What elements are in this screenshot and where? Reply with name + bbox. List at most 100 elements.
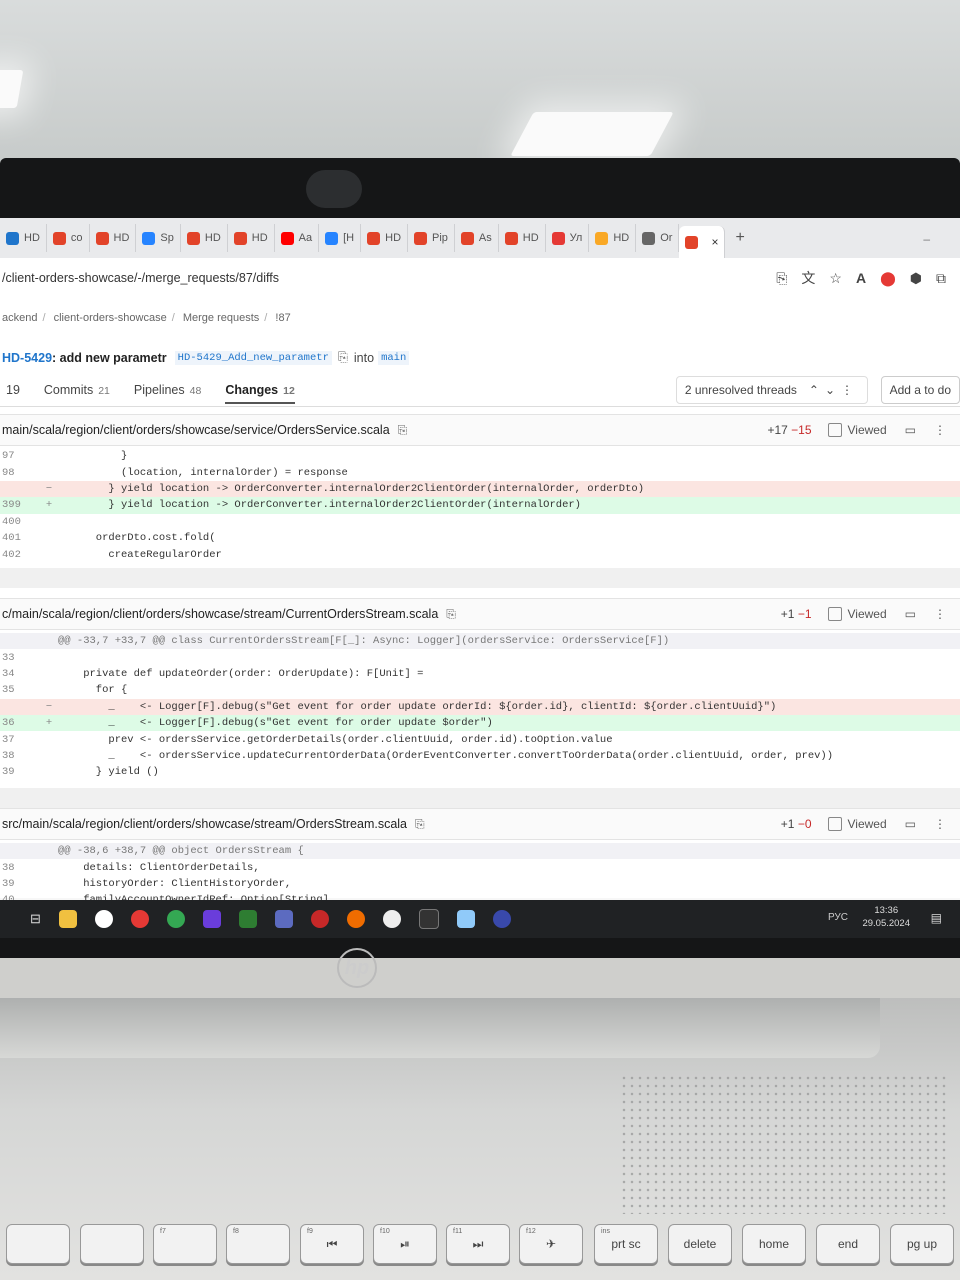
extension-shield-icon[interactable]: ⬤ (880, 270, 896, 287)
diff-line[interactable]: 37 prev <- ordersService.getOrderDetails… (0, 731, 960, 747)
browser-tab[interactable]: HD (361, 224, 409, 252)
tab-commits[interactable]: Commits 21 (44, 383, 110, 397)
keyboard-key[interactable]: f8 (226, 1224, 290, 1264)
browser-tab[interactable]: HD (228, 224, 275, 252)
breadcrumb-item[interactable]: !87 (275, 312, 290, 324)
expand-lines-bar[interactable] (0, 568, 960, 588)
more-options-icon[interactable]: ⋮ (934, 817, 946, 831)
diff-line[interactable]: 98 (location, internalOrder) = response (0, 464, 960, 480)
diff-line[interactable]: 97 } (0, 448, 960, 464)
line-number[interactable]: 37 (0, 734, 40, 746)
keyboard-key[interactable]: f11 ⏭ (446, 1224, 510, 1264)
comment-icon[interactable]: ▭ (905, 607, 916, 621)
copy-icon[interactable]: ⎘ (338, 350, 348, 365)
line-number[interactable]: 39 (0, 766, 40, 778)
diff-line[interactable]: − } yield location -> OrderConverter.int… (0, 480, 960, 498)
tab-overview-count[interactable]: 19 (6, 383, 20, 397)
more-options-icon[interactable]: ⋮ (934, 423, 946, 437)
line-number[interactable]: 34 (0, 668, 40, 680)
keyboard-key[interactable]: pg up (890, 1224, 954, 1264)
diff-line[interactable]: 34 private def updateOrder(order: OrderU… (0, 666, 960, 682)
line-number[interactable]: 38 (0, 862, 40, 874)
unresolved-threads[interactable]: 2 unresolved threads ⌃⌄⋮ (675, 376, 868, 404)
keyboard-key[interactable]: home (742, 1224, 806, 1264)
browser-tab[interactable]: HD (589, 224, 637, 252)
extension-cube-icon[interactable]: ⬢ (910, 270, 922, 287)
file-path[interactable]: c/main/scala/region/client/orders/showca… (2, 607, 438, 621)
file-explorer-icon[interactable] (58, 910, 77, 928)
line-number[interactable]: 33 (0, 652, 40, 664)
postman-icon[interactable] (346, 910, 365, 928)
browser-tab[interactable]: As (455, 224, 499, 252)
expand-lines-bar[interactable] (0, 788, 960, 808)
browser-tab[interactable]: Ул (546, 224, 590, 252)
issue-id[interactable]: HD-5429 (2, 351, 52, 365)
line-number[interactable]: 39 (0, 878, 40, 890)
line-number[interactable]: 38 (0, 750, 40, 762)
keyboard-key[interactable]: f12 ✈ (519, 1224, 583, 1264)
extensions-puzzle-icon[interactable]: ⧉ (936, 270, 946, 287)
keyboard-key[interactable] (80, 1224, 144, 1264)
breadcrumb-item[interactable]: client-orders-showcase (54, 312, 167, 324)
line-number[interactable]: 401 (0, 532, 40, 544)
browser-tab[interactable]: Aa (275, 224, 320, 252)
browser-tab[interactable]: Sp (136, 224, 181, 252)
diff-line[interactable]: 33 (0, 649, 960, 665)
viewed-checkbox[interactable] (827, 423, 842, 437)
translate-icon[interactable]: 文 (801, 268, 815, 288)
active-tab[interactable]: × (679, 226, 726, 258)
new-tab-button[interactable]: + (735, 229, 744, 247)
browser-tab[interactable]: Or (636, 224, 680, 252)
keyboard-key[interactable]: f10 ⏯ (373, 1224, 437, 1264)
app-icon-3[interactable] (382, 910, 401, 928)
yandex-browser-icon[interactable] (94, 910, 113, 928)
diff-line[interactable]: 402 createRegularOrder (0, 546, 960, 562)
file-path[interactable]: src/main/scala/region/client/orders/show… (2, 817, 407, 831)
keyboard-key[interactable]: f9 ⏮ (300, 1224, 364, 1264)
line-number[interactable]: 98 (0, 467, 40, 479)
file-path[interactable]: main/scala/region/client/orders/showcase… (2, 423, 390, 437)
browser-tab[interactable]: HD (90, 224, 137, 252)
intellij-icon[interactable] (202, 910, 221, 928)
breadcrumb-item[interactable]: ackend (2, 312, 37, 324)
copy-path-icon[interactable]: ⎘ (398, 423, 408, 438)
browser-tab[interactable]: HD (181, 224, 228, 252)
app-icon[interactable] (274, 910, 293, 928)
minimize-button[interactable]: – (923, 232, 930, 246)
browser-tab[interactable]: [H (319, 224, 362, 252)
diff-line[interactable]: − _ <- Logger[F].debug(s"Get event for o… (0, 698, 960, 715)
keyboard-key[interactable]: delete (668, 1224, 732, 1264)
add-todo-button[interactable]: Add a to do (880, 376, 960, 404)
thread-nav-arrows-icon[interactable]: ⌃⌄⋮ (809, 383, 859, 397)
task-view-icon[interactable]: ⊟ (30, 911, 41, 927)
keyboard-key[interactable] (6, 1224, 70, 1264)
line-number[interactable]: 35 (0, 684, 40, 696)
install-app-icon[interactable]: ⎘ (776, 270, 787, 287)
line-number[interactable]: 36 (0, 717, 40, 729)
comment-icon[interactable]: ▭ (905, 817, 916, 831)
chrome-icon[interactable] (166, 910, 185, 928)
browser-tab[interactable]: HD (0, 224, 47, 252)
diff-line[interactable]: 401 orderDto.cost.fold( (0, 530, 960, 546)
breadcrumb-item[interactable]: Merge requests (183, 312, 259, 324)
browser-tab[interactable]: HD (499, 224, 546, 252)
viewed-checkbox[interactable] (827, 607, 842, 621)
url-field[interactable]: /client-orders-showcase/-/merge_requests… (2, 271, 776, 285)
viewed-checkbox[interactable] (827, 817, 842, 831)
diff-line[interactable]: 39 } yield () (0, 764, 960, 780)
copy-path-icon[interactable]: ⎘ (415, 817, 425, 832)
tray-lang[interactable]: РУС (828, 912, 848, 923)
diff-line[interactable]: 35 for { (0, 682, 960, 698)
tab-changes[interactable]: Changes 12 (225, 383, 295, 404)
sourcetree-icon[interactable] (238, 910, 257, 928)
diff-line[interactable]: @@ -38,6 +38,7 @@ object OrdersStream { (0, 843, 960, 860)
line-number[interactable]: 399 (0, 499, 40, 511)
diff-line[interactable]: 400 (0, 514, 960, 530)
keyboard-key[interactable]: end (816, 1224, 880, 1264)
source-branch[interactable]: HD-5429_Add_new_parametr (174, 350, 332, 365)
browser-tab[interactable]: Pip (408, 224, 455, 252)
clock[interactable]: 13:36 29.05.2024 (862, 904, 910, 930)
keyboard-key[interactable]: ins prt sc (594, 1224, 658, 1264)
diff-line[interactable]: 38 details: ClientOrderDetails, (0, 859, 960, 875)
app-icon-5[interactable] (492, 910, 511, 928)
